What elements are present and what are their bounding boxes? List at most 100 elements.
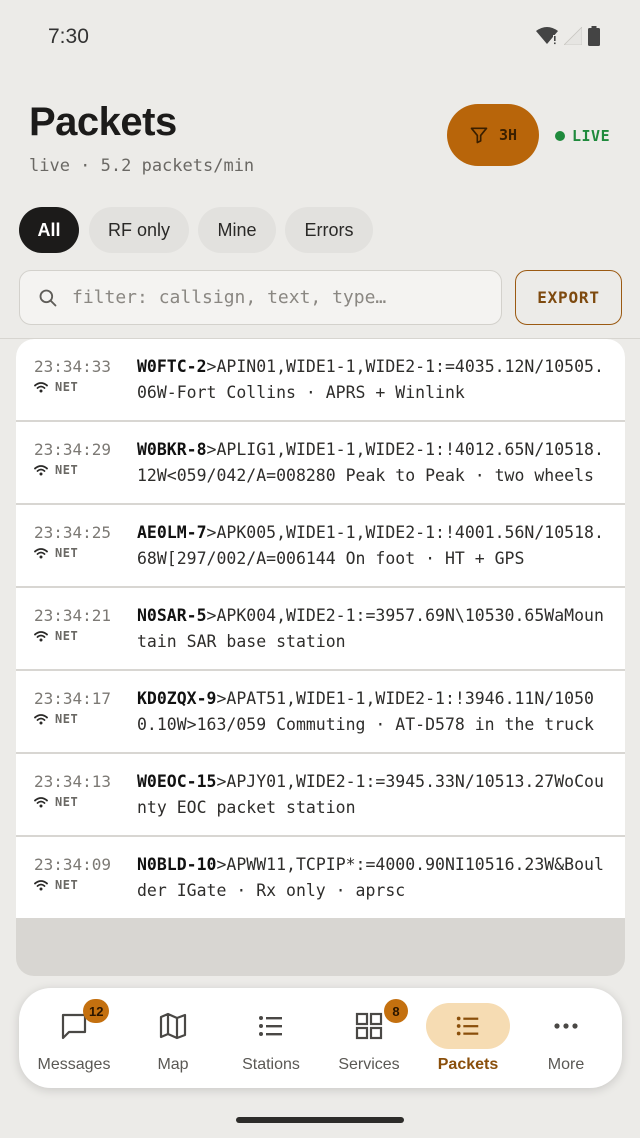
wifi-icon [34, 465, 48, 476]
packet-body: W0BKR-8>APLIG1,WIDE1-1,WIDE2-1:!4012.65N… [137, 437, 605, 489]
chip-errors[interactable]: Errors [285, 207, 373, 253]
packet-callsign: N0BLD-10 [137, 855, 217, 874]
packet-body: W0FTC-2>APIN01,WIDE1-1,WIDE2-1:=4035.12N… [137, 354, 605, 406]
services-badge: 8 [384, 999, 408, 1023]
nav-item-stations[interactable]: Stations [222, 988, 320, 1088]
nav-label: Map [157, 1056, 189, 1073]
filter-icon [470, 127, 488, 144]
packet-row[interactable]: 23:34:29 NET W0BKR-8>APLIG1,WIDE1-1,WIDE2-… [16, 422, 625, 503]
packet-timestamp: 23:34:17 [34, 689, 112, 708]
packet-source: NET [34, 629, 137, 643]
packet-source: NET [34, 795, 137, 809]
packet-body: W0EOC-15>APJY01,WIDE2-1:=3945.33N/10513.… [137, 769, 605, 821]
packet-timestamp: 23:34:13 [34, 772, 112, 791]
packet-source: NET [34, 712, 137, 726]
packet-payload: >APK004,WIDE2-1:=3957.69N\10530.65WaMoun… [137, 606, 604, 651]
packet-body: KD0ZQX-9>APAT51,WIDE1-1,WIDE2-1:!3946.11… [137, 686, 605, 738]
chip-mine[interactable]: Mine [198, 207, 276, 253]
packet-payload: >APLIG1,WIDE1-1,WIDE2-1:!4012.65N/10518.… [137, 440, 604, 485]
grid-icon [355, 1012, 383, 1040]
nav-item-packets[interactable]: Packets [419, 988, 517, 1088]
time-range-button[interactable]: 3H [447, 104, 539, 166]
packet-meta: 23:34:21 NET [34, 606, 137, 655]
home-indicator[interactable] [236, 1117, 404, 1123]
packet-payload: >APIN01,WIDE1-1,WIDE2-1:=4035.12N/10505.… [137, 357, 604, 402]
nav-pill [131, 1003, 215, 1049]
packet-source-label: NET [55, 712, 79, 726]
nav-item-services[interactable]: 8 Services [320, 988, 418, 1088]
search-input[interactable] [72, 287, 472, 308]
packet-body: N0SAR-5>APK004,WIDE2-1:=3957.69N\10530.6… [137, 603, 605, 655]
packet-source-label: NET [55, 795, 79, 809]
packet-timestamp: 23:34:09 [34, 855, 112, 874]
packet-callsign: W0EOC-15 [137, 772, 217, 791]
packet-meta: 23:34:09 NET [34, 855, 137, 904]
map-icon [159, 1012, 187, 1040]
packet-row[interactable]: 23:34:17 NET KD0ZQX-9>APAT51,WIDE1-1,WIDE2… [16, 671, 625, 752]
packet-source-label: NET [55, 380, 79, 394]
packet-callsign: W0BKR-8 [137, 440, 207, 459]
packet-meta: 23:34:25 NET [34, 523, 137, 572]
status-time: 7:30 [48, 25, 89, 48]
search-box [19, 270, 502, 325]
chip-all[interactable]: All [19, 207, 79, 253]
packet-body: AE0LM-7>APK005,WIDE1-1,WIDE2-1:!4001.56N… [137, 520, 605, 572]
packet-meta: 23:34:17 NET [34, 689, 137, 738]
nav-item-map[interactable]: Map [124, 988, 222, 1088]
bottom-navigation: 12 Messages Map Stations 8 Services Pack… [19, 988, 622, 1088]
packet-row[interactable]: 23:34:21 NET N0SAR-5>APK004,WIDE2-1:=3957.… [16, 588, 625, 669]
page-subtitle: live · 5.2 packets/min [29, 156, 255, 176]
nav-label: Services [338, 1056, 400, 1073]
packet-callsign: W0FTC-2 [137, 357, 207, 376]
packet-source: NET [34, 380, 137, 394]
packet-timestamp: 23:34:25 [34, 523, 112, 542]
chip-rf-only[interactable]: RF only [89, 207, 189, 253]
system-icons [536, 26, 600, 46]
nav-pill [426, 1003, 510, 1049]
packet-body: N0BLD-10>APWW11,TCPIP*:=4000.90NI10516.2… [137, 852, 605, 904]
packet-callsign: KD0ZQX-9 [137, 689, 217, 708]
wifi-icon [34, 797, 48, 808]
signal-icon [564, 27, 582, 45]
packet-callsign: N0SAR-5 [137, 606, 207, 625]
packet-source: NET [34, 546, 137, 560]
time-range-label: 3H [498, 126, 518, 144]
wifi-icon [34, 714, 48, 725]
packets-icon [456, 1016, 479, 1036]
status-bar: 7:30 [0, 0, 640, 76]
nav-label: Stations [242, 1056, 300, 1073]
packet-timestamp: 23:34:29 [34, 440, 112, 459]
packet-source-label: NET [55, 546, 79, 560]
nav-label: More [547, 1056, 585, 1073]
packet-source-label: NET [55, 878, 79, 892]
packet-payload: >APK005,WIDE1-1,WIDE2-1:!4001.56N/10518.… [137, 523, 604, 568]
nav-label: Packets [437, 1056, 499, 1073]
export-button[interactable]: EXPORT [515, 270, 622, 325]
packet-source-label: NET [55, 463, 79, 477]
wifi-icon [34, 880, 48, 891]
nav-pill [524, 1003, 608, 1049]
packet-row[interactable]: 23:34:33 NET W0FTC-2>APIN01,WIDE1-1,WIDE2-… [16, 339, 625, 420]
packet-source-label: NET [55, 629, 79, 643]
wifi-icon [34, 631, 48, 642]
battery-icon [588, 26, 600, 46]
packet-timestamp: 23:34:21 [34, 606, 112, 625]
packet-row[interactable]: 23:34:13 NET W0EOC-15>APJY01,WIDE2-1:=3945… [16, 754, 625, 835]
list-icon [259, 1016, 282, 1036]
packet-meta: 23:34:29 NET [34, 440, 137, 489]
search-icon [39, 289, 57, 306]
packet-row[interactable]: 23:34:25 NET AE0LM-7>APK005,WIDE1-1,WIDE2-… [16, 505, 625, 586]
packet-timestamp: 23:34:33 [34, 357, 112, 376]
nav-item-more[interactable]: More [517, 988, 615, 1088]
live-indicator: LIVE [555, 127, 610, 145]
packet-row[interactable]: 23:34:09 NET N0BLD-10>APWW11,TCPIP*:=4000.… [16, 837, 625, 918]
nav-item-messages[interactable]: 12 Messages [25, 988, 123, 1088]
wifi-icon [34, 548, 48, 559]
packet-list[interactable]: 23:34:33 NET W0FTC-2>APIN01,WIDE1-1,WIDE2-… [16, 339, 625, 976]
packet-meta: 23:34:33 NET [34, 357, 137, 406]
page-title: Packets [29, 100, 177, 144]
packet-callsign: AE0LM-7 [137, 523, 207, 542]
nav-label: Messages [37, 1056, 111, 1073]
wifi-icon [34, 382, 48, 393]
nav-pill [229, 1003, 313, 1049]
